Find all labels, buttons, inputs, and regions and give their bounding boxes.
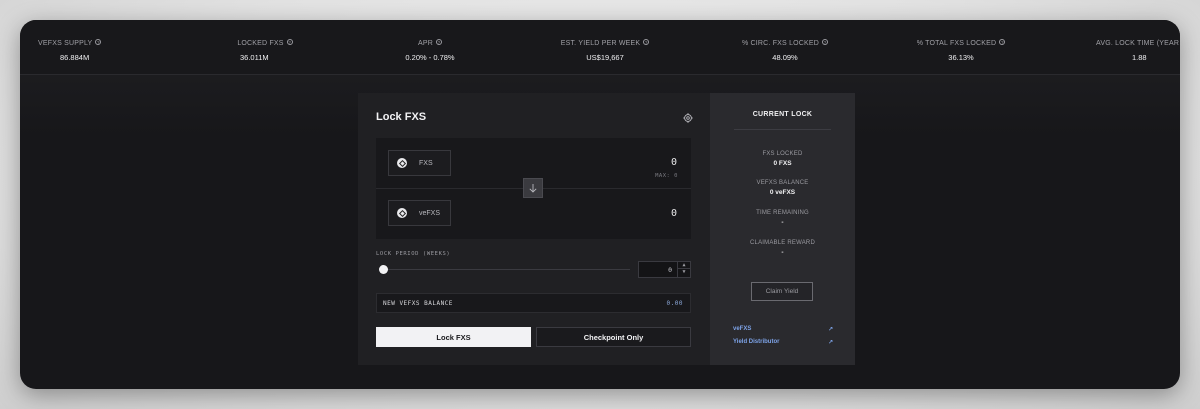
- fxs-locked-row: FXS LOCKED 0 FXS: [762, 151, 803, 167]
- info-icon[interactable]: ?: [95, 38, 102, 45]
- info-icon[interactable]: ?: [822, 38, 829, 45]
- arrow-down-icon: [529, 184, 537, 193]
- weeks-stepper[interactable]: ▲ ▼: [677, 262, 690, 277]
- slider-thumb[interactable]: [379, 265, 388, 274]
- frax-logo-icon: [397, 208, 407, 218]
- checkpoint-only-button[interactable]: Checkpoint Only: [536, 327, 691, 347]
- info-icon[interactable]: ?: [999, 38, 1006, 45]
- swap-box: FXS 0 MAX: 0 veFXS 0: [376, 138, 691, 239]
- divider: [734, 129, 831, 130]
- stat-total-fxs-locked: % TOTAL FXS LOCKED? 36.13%: [916, 38, 1006, 62]
- time-remaining-row: TIME REMAINING -: [756, 210, 809, 226]
- arrow-up-right-icon: ↗: [827, 327, 833, 333]
- panel-title: Lock FXS: [376, 111, 427, 123]
- yield-distributor-link[interactable]: Yield Distributor ↗: [733, 339, 833, 346]
- swap-direction-button[interactable]: [523, 178, 543, 198]
- new-balance-row: NEW VEFXS BALANCE 0.00: [376, 293, 691, 313]
- stat-apr: APR? 0.20% - 0.78%: [405, 38, 455, 62]
- claim-yield-button[interactable]: Claim Yield: [751, 282, 813, 301]
- stat-vefxs-supply: VEFXS SUPPLY? 86.884M: [38, 38, 102, 62]
- lock-panel: Lock FXS FXS 0 MAX: 0 veFXS 0 LOCK PERIO…: [358, 93, 710, 365]
- lock-period-slider[interactable]: [382, 269, 630, 270]
- vefxs-link[interactable]: veFXS ↗: [733, 326, 833, 333]
- lock-weeks-input[interactable]: 0 ▲ ▼: [638, 261, 691, 278]
- current-lock-title: CURRENT LOCK: [752, 111, 813, 118]
- gear-icon[interactable]: [683, 113, 693, 123]
- chevron-down-icon[interactable]: ▼: [678, 269, 690, 276]
- stat-avg-lock-time: AVG. LOCK TIME (YEAR 1.88: [1096, 40, 1180, 62]
- info-icon[interactable]: ?: [436, 38, 442, 45]
- arrow-up-right-icon: ↗: [827, 340, 833, 346]
- info-icon[interactable]: ?: [286, 38, 293, 45]
- app-window: VEFXS SUPPLY? 86.884M LOCKED FXS? 36.011…: [20, 20, 1180, 389]
- to-token-selector[interactable]: veFXS: [388, 200, 451, 226]
- max-label[interactable]: MAX: 0: [655, 173, 678, 179]
- stats-bar: VEFXS SUPPLY? 86.884M LOCKED FXS? 36.011…: [20, 20, 1180, 75]
- to-amount-value: 0: [670, 208, 677, 219]
- stat-locked-fxs: LOCKED FXS? 36.011M: [237, 38, 293, 62]
- claimable-reward-row: CLAIMABLE REWARD -: [750, 240, 815, 256]
- frax-logo-icon: [397, 158, 407, 168]
- lock-period-label: LOCK PERIOD (WEEKS): [376, 251, 451, 257]
- chevron-up-icon[interactable]: ▲: [678, 262, 690, 269]
- stat-circ-fxs-locked: % CIRC. FXS LOCKED? 48.09%: [741, 38, 829, 62]
- stat-est-yield: EST. YIELD PER WEEK? US$19,667: [560, 38, 650, 62]
- from-token-selector[interactable]: FXS: [388, 150, 451, 176]
- from-amount-input[interactable]: 0: [671, 157, 677, 168]
- vefxs-balance-row: VEFXS BALANCE 0 veFXS: [756, 180, 809, 196]
- lock-fxs-button[interactable]: Lock FXS: [376, 327, 531, 347]
- current-lock-panel: CURRENT LOCK FXS LOCKED 0 FXS VEFXS BALA…: [710, 93, 855, 365]
- info-icon[interactable]: ?: [643, 38, 650, 45]
